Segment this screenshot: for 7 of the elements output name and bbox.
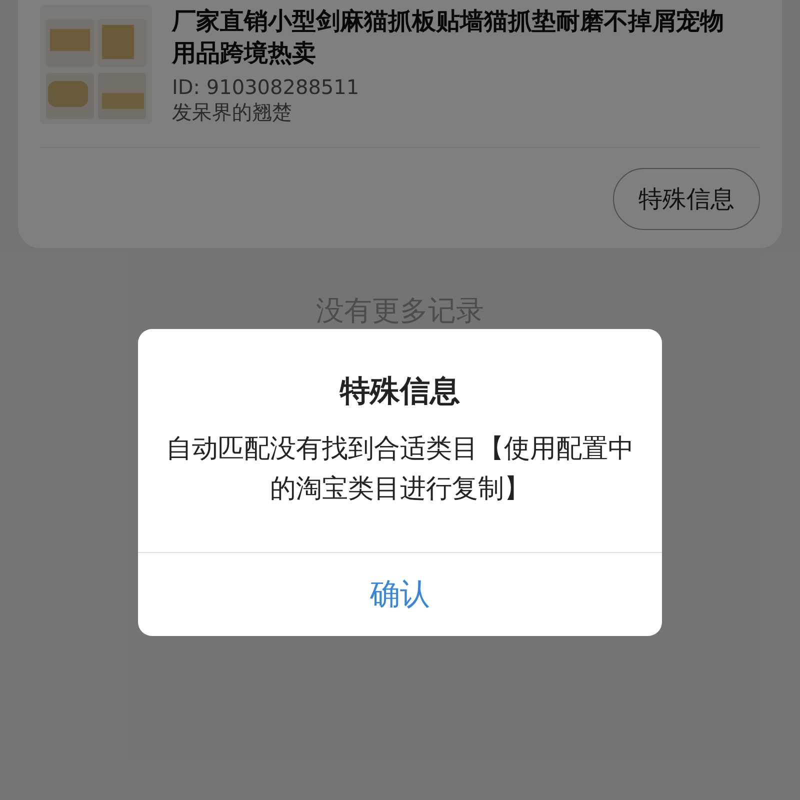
dialog-title: 特殊信息 bbox=[340, 373, 460, 411]
shop-name: 发呆界的翘楚 bbox=[172, 99, 293, 125]
dialog-message: 自动匹配没有找到合适类目【使用配置中的淘宝类目进行复制】 bbox=[165, 433, 635, 506]
confirm-button[interactable]: 确认 bbox=[138, 553, 662, 636]
product-id: ID: 910308288511 bbox=[172, 75, 360, 99]
special-info-button[interactable]: 特殊信息 bbox=[613, 168, 760, 230]
product-title: 厂家直销小型剑麻猫抓板贴墙猫抓垫耐磨不掉屑宠物用品跨境热卖 bbox=[172, 6, 725, 69]
